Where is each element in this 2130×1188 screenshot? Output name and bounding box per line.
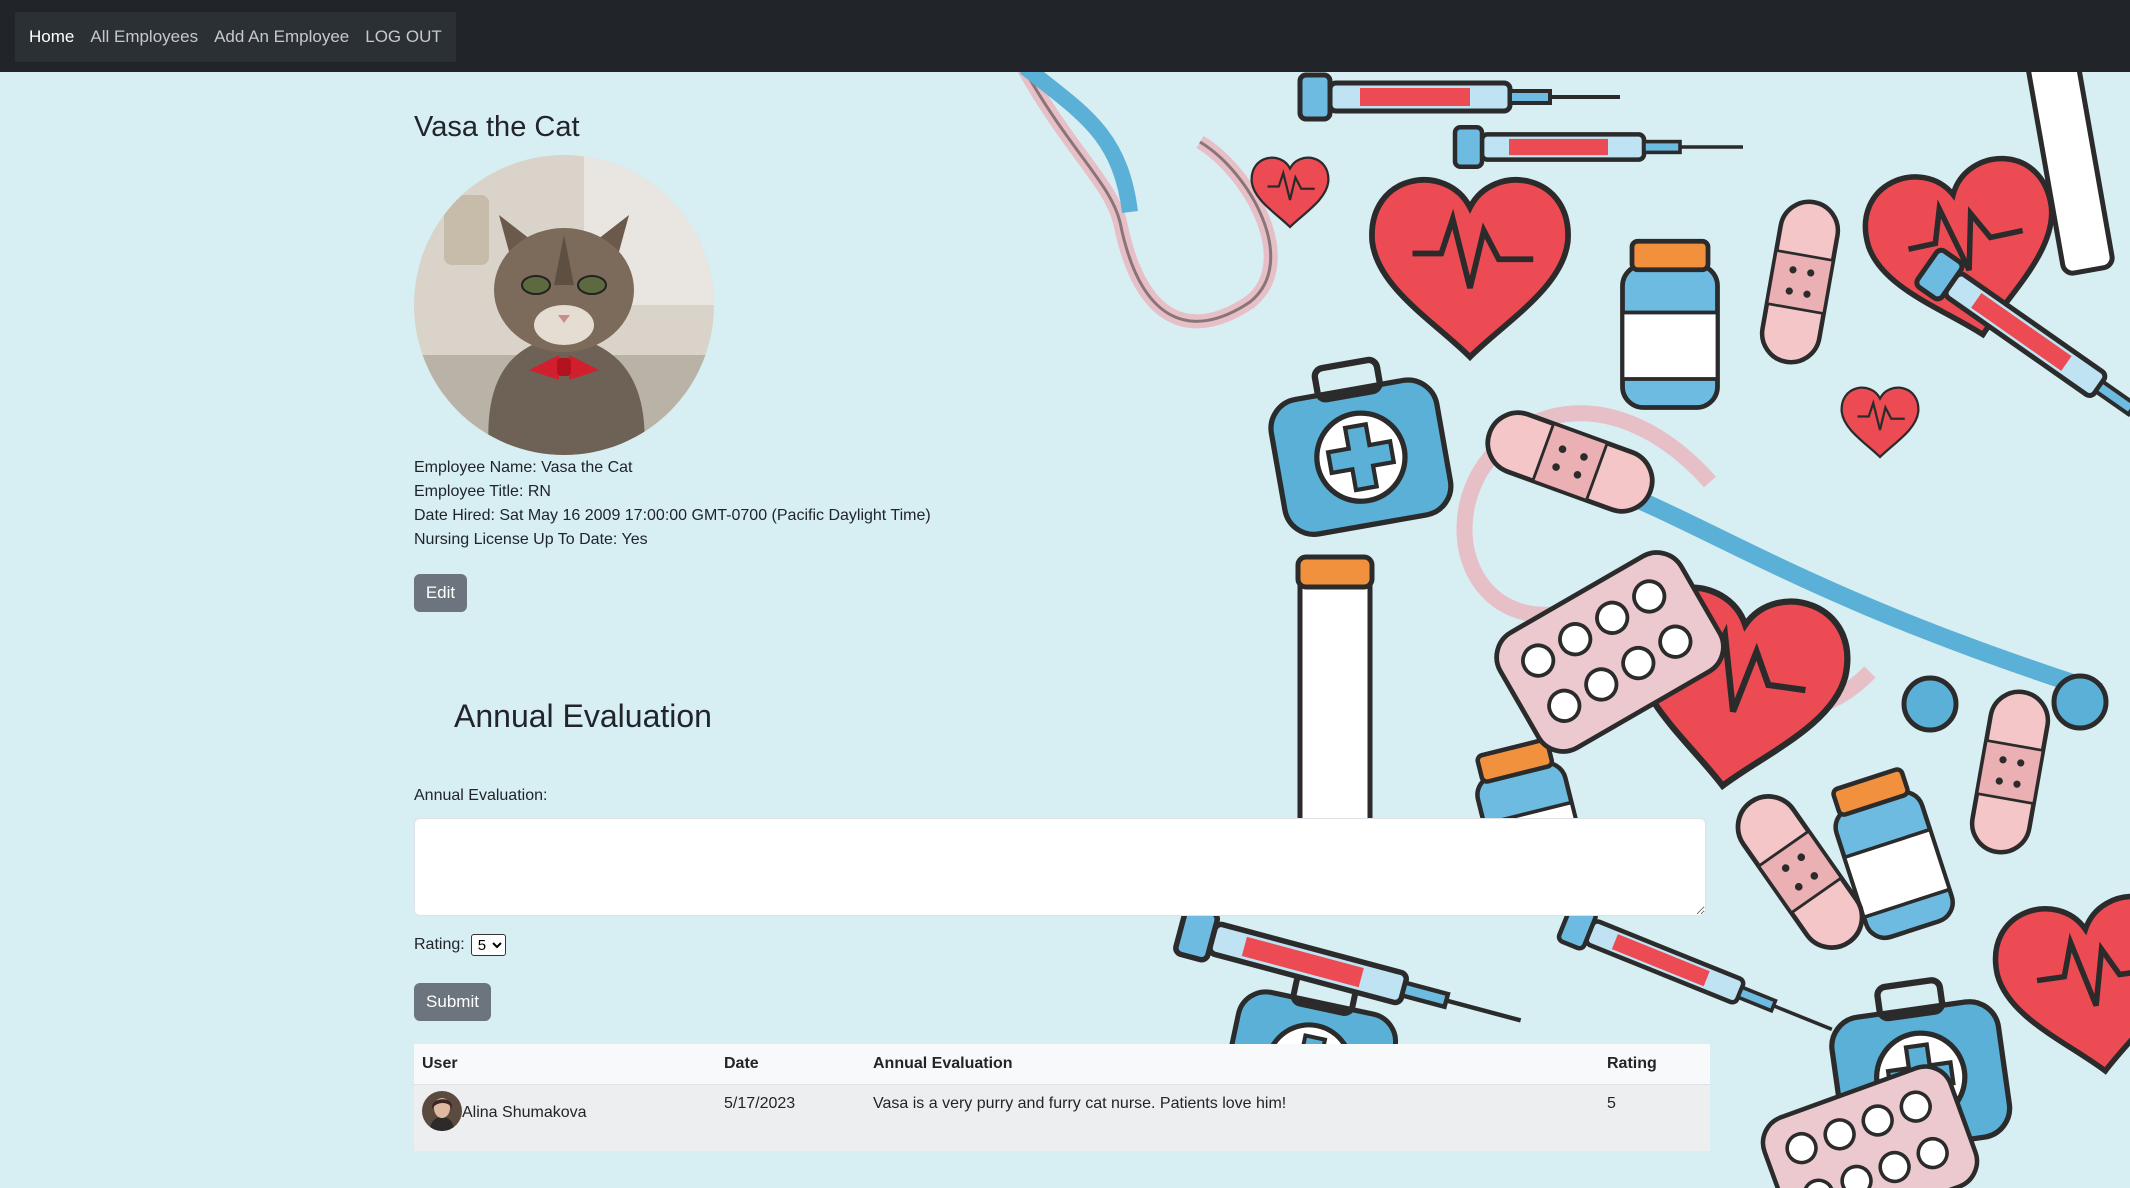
nav-home[interactable]: Home bbox=[21, 12, 82, 62]
edit-button[interactable]: Edit bbox=[414, 574, 467, 612]
nav-all-employees[interactable]: All Employees bbox=[82, 12, 206, 62]
column-header-evaluation: Annual Evaluation bbox=[865, 1044, 1599, 1085]
employee-license: Nursing License Up To Date: Yes bbox=[414, 531, 648, 548]
employee-title: Employee Title: RN bbox=[414, 483, 551, 500]
evaluation-field-label: Annual Evaluation: bbox=[414, 787, 548, 804]
column-header-date: Date bbox=[716, 1044, 865, 1085]
nav-logout[interactable]: LOG OUT bbox=[357, 12, 450, 62]
cell-date: 5/17/2023 bbox=[716, 1084, 865, 1151]
cell-user-name: Alina Shumakova bbox=[462, 1104, 587, 1121]
employee-avatar bbox=[414, 155, 714, 455]
cat-photo-icon bbox=[414, 155, 714, 455]
employee-name: Employee Name: Vasa the Cat bbox=[414, 459, 633, 476]
evaluations-table: User Date Annual Evaluation Rating Alina… bbox=[414, 1044, 1710, 1151]
employee-info: Employee Name: Vasa the Cat Employee Tit… bbox=[414, 456, 931, 552]
rating-label: Rating: bbox=[414, 936, 465, 953]
rating-row: Rating: 5 bbox=[414, 934, 506, 956]
column-header-user: User bbox=[414, 1044, 716, 1085]
user-photo-icon bbox=[422, 1091, 462, 1131]
table-header-row: User Date Annual Evaluation Rating bbox=[414, 1044, 1710, 1085]
column-header-rating: Rating bbox=[1599, 1044, 1710, 1085]
cell-rating: 5 bbox=[1599, 1084, 1710, 1151]
evaluation-section-title: Annual Evaluation bbox=[454, 698, 712, 734]
evaluation-textarea[interactable] bbox=[414, 818, 1706, 916]
page-title: Vasa the Cat bbox=[414, 111, 580, 143]
cell-user: Alina Shumakova bbox=[414, 1084, 716, 1151]
rating-select[interactable]: 5 bbox=[470, 934, 506, 956]
medical-pattern-illustration bbox=[1010, 72, 2130, 1188]
cell-evaluation: Vasa is a very purry and furry cat nurse… bbox=[865, 1084, 1599, 1151]
employee-date-hired: Date Hired: Sat May 16 2009 17:00:00 GMT… bbox=[414, 507, 931, 524]
submit-button[interactable]: Submit bbox=[414, 983, 491, 1021]
navbar: Home All Employees Add An Employee LOG O… bbox=[0, 0, 2130, 72]
nav-add-employee[interactable]: Add An Employee bbox=[206, 12, 357, 62]
table-row: Alina Shumakova 5/17/2023 Vasa is a very… bbox=[414, 1084, 1710, 1151]
nav-links: Home All Employees Add An Employee LOG O… bbox=[15, 12, 456, 62]
